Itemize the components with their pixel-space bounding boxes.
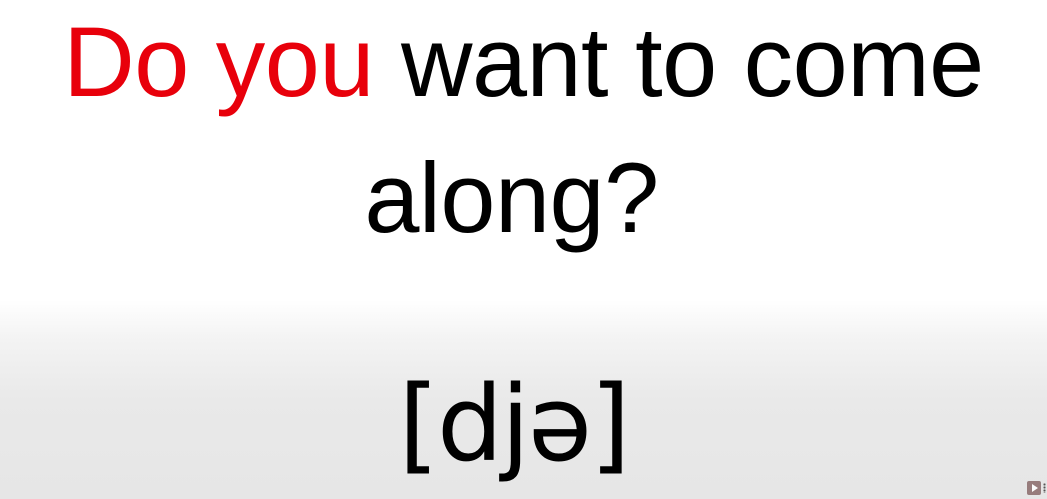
sentence-line-2: along? bbox=[364, 142, 659, 253]
sentence-line-1: Do you want to come bbox=[0, 12, 1047, 111]
video-frame: Do you want to come along? [djə] bbox=[0, 0, 1047, 499]
more-dots-icon bbox=[1043, 483, 1046, 493]
sentence-rest: want to come bbox=[373, 6, 984, 117]
pronunciation-text: [djə] bbox=[398, 363, 630, 485]
youtube-icon[interactable] bbox=[1027, 481, 1041, 495]
highlighted-phrase: Do you bbox=[63, 6, 374, 117]
